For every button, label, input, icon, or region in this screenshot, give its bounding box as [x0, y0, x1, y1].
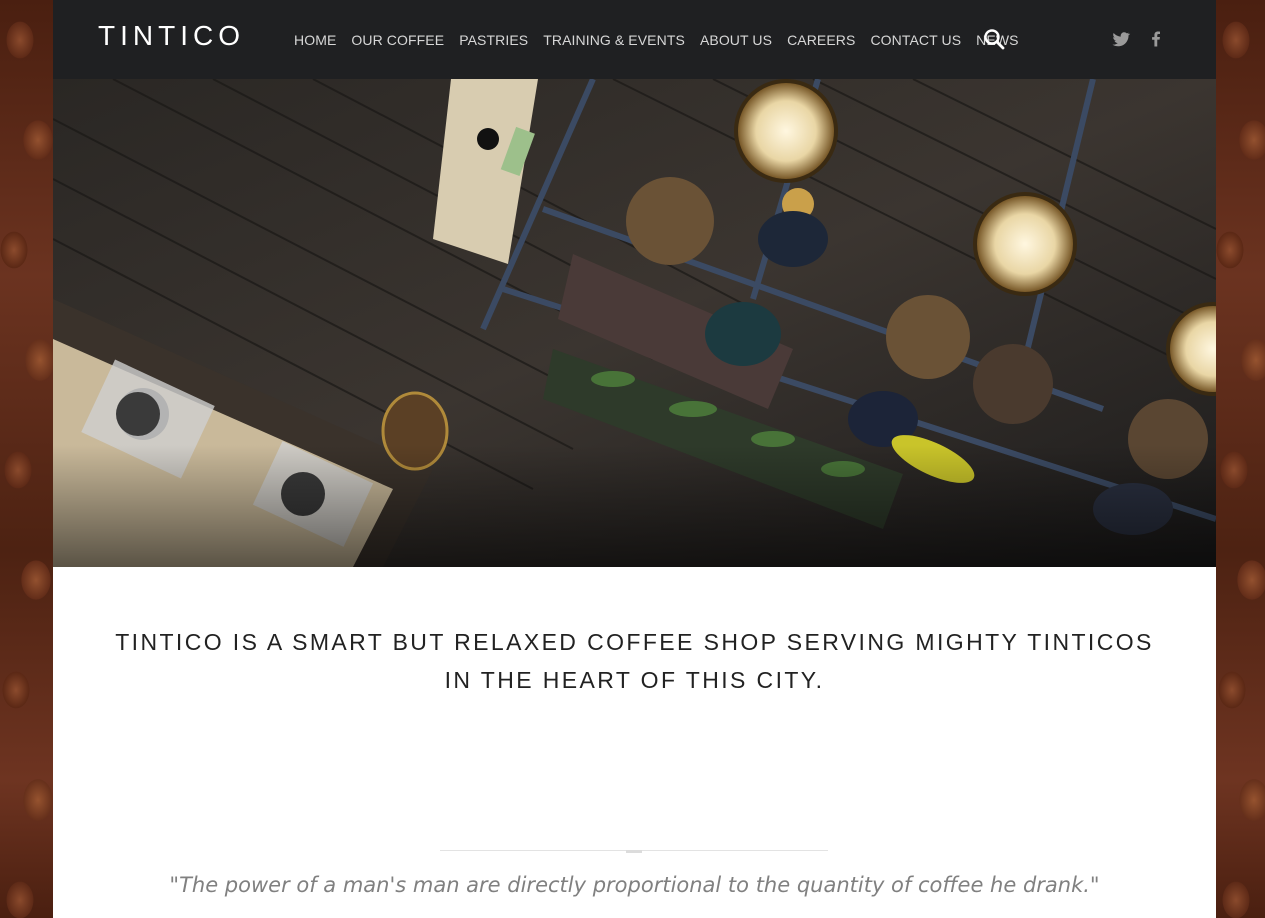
site-header: TINTICO HOME OUR COFFEE PASTRIES TRAININ…	[53, 0, 1216, 79]
coffee-beans-background-right	[1216, 0, 1265, 918]
nav-home[interactable]: HOME	[294, 32, 336, 48]
main-nav: HOME OUR COFFEE PASTRIES TRAINING & EVEN…	[294, 0, 1034, 79]
hero-image	[53, 79, 1216, 567]
coffee-quote: "The power of a man's man are directly p…	[169, 873, 1100, 897]
nav-our-coffee[interactable]: OUR COFFEE	[351, 32, 444, 48]
nav-pastries[interactable]: PASTRIES	[459, 32, 528, 48]
quote-divider-accent	[626, 850, 642, 853]
coffee-beans-background-left	[0, 0, 53, 918]
search-icon[interactable]	[983, 28, 1005, 50]
page-container: TINTICO HOME OUR COFFEE PASTRIES TRAININ…	[53, 0, 1216, 918]
nav-training-events[interactable]: TRAINING & EVENTS	[543, 32, 685, 48]
nav-about-us[interactable]: ABOUT US	[700, 32, 772, 48]
tagline-line-2: IN THE HEART OF THIS CITY.	[444, 667, 825, 693]
tagline: TINTICO IS A SMART BUT RELAXED COFFEE SH…	[53, 623, 1216, 699]
twitter-icon[interactable]	[1111, 29, 1131, 49]
nav-contact-us[interactable]: CONTACT US	[870, 32, 961, 48]
facebook-icon[interactable]	[1146, 29, 1166, 49]
nav-careers[interactable]: CAREERS	[787, 32, 855, 48]
tagline-line-1: TINTICO IS A SMART BUT RELAXED COFFEE SH…	[115, 629, 1154, 655]
site-logo[interactable]: TINTICO	[98, 20, 245, 52]
hero-cafe-illustration	[53, 79, 1216, 567]
